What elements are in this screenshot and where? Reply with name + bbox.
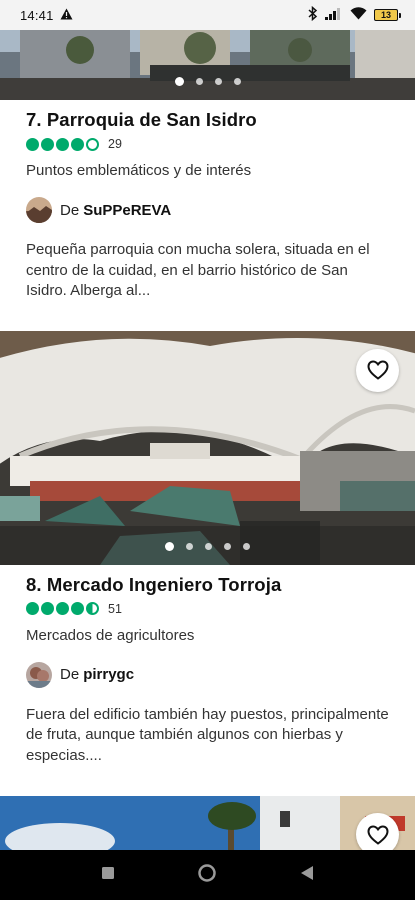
pagination-dot[interactable]	[233, 78, 241, 85]
pagination-dot[interactable]	[214, 78, 222, 85]
pagination-dot[interactable]	[174, 77, 184, 86]
pagination-dot[interactable]	[243, 542, 250, 550]
rating-bubble-icon	[86, 137, 99, 151]
rating-bubble-icon	[86, 602, 99, 615]
pagination-dot[interactable]	[205, 542, 212, 550]
rating-bubble-icon	[71, 602, 84, 615]
status-time: 14:41	[20, 7, 54, 23]
avatar	[26, 661, 52, 688]
heart-outline-icon	[366, 824, 389, 845]
place-photo-carousel[interactable]	[0, 30, 415, 100]
signal-icon	[325, 7, 343, 23]
save-favorite-button[interactable]	[356, 348, 399, 392]
review-count: 51	[108, 601, 122, 616]
square-icon	[102, 866, 115, 879]
heart-outline-icon	[366, 360, 389, 380]
rating-bubble-icon	[56, 602, 69, 615]
pagination-dot[interactable]	[224, 542, 231, 550]
warning-icon	[60, 8, 73, 23]
rating: 29	[26, 137, 389, 151]
home-button[interactable]	[197, 863, 217, 888]
rating-bubbles	[26, 602, 99, 615]
battery-level: 13	[380, 10, 391, 20]
rating-bubble-icon	[26, 137, 39, 151]
battery-icon: 13	[374, 9, 401, 21]
market-roof-photo	[0, 330, 415, 565]
avatar	[26, 197, 52, 223]
save-favorite-button[interactable]	[356, 813, 399, 850]
bluetooth-icon	[308, 5, 318, 24]
author-prefix: De	[60, 201, 80, 219]
triangle-icon	[300, 865, 313, 880]
place-photo-carousel[interactable]	[0, 330, 415, 565]
place-category: Mercados de agricultores	[26, 626, 195, 644]
pagination-dot[interactable]	[165, 541, 174, 551]
place-card[interactable]: 7. Parroquia de San Isidro 29 Puntos emb…	[0, 100, 415, 302]
rating: 51	[26, 602, 389, 616]
review-author[interactable]: De SuPPeREVA	[26, 197, 389, 223]
rating-bubbles	[26, 137, 99, 151]
attractions-list[interactable]: 7. Parroquia de San Isidro 29 Puntos emb…	[0, 30, 415, 850]
review-snippet[interactable]: Fuera del edificio también hay puestos, …	[26, 705, 389, 767]
rating-bubble-icon	[41, 137, 54, 151]
status-bar: 14:41 13	[0, 0, 415, 30]
place-category: Puntos emblemáticos y de interés	[26, 162, 252, 179]
review-count: 29	[108, 137, 122, 151]
author-prefix: De	[60, 666, 80, 683]
rating-bubble-icon	[71, 137, 84, 151]
pagination-dot[interactable]	[195, 78, 203, 85]
palm-trees-photo	[0, 796, 415, 850]
pagination-dot[interactable]	[186, 542, 193, 550]
place-title[interactable]: 8. Mercado Ingeniero Torroja	[26, 574, 389, 596]
back-button[interactable]	[300, 865, 314, 886]
rating-bubble-icon	[41, 602, 54, 615]
author-name[interactable]: pirrygc	[83, 666, 134, 683]
system-nav-bar	[0, 850, 415, 900]
review-snippet[interactable]: Pequeña parroquia con mucha solera, situ…	[26, 240, 389, 302]
circle-icon	[198, 863, 217, 882]
wifi-icon	[350, 7, 367, 23]
author-name[interactable]: SuPPeREVA	[83, 202, 171, 219]
place-title[interactable]: 7. Parroquia de San Isidro	[26, 109, 389, 131]
recents-button[interactable]	[101, 866, 115, 885]
rating-bubble-icon	[56, 137, 69, 151]
place-card[interactable]: 8. Mercado Ingeniero Torroja 51 Mercados…	[0, 565, 415, 767]
place-photo-carousel[interactable]	[0, 796, 415, 850]
review-author[interactable]: De pirrygc	[26, 661, 389, 688]
photo-pagination	[0, 541, 415, 551]
rating-bubble-icon	[26, 602, 39, 615]
church-plaza-photo	[0, 30, 415, 100]
photo-pagination	[0, 77, 415, 86]
